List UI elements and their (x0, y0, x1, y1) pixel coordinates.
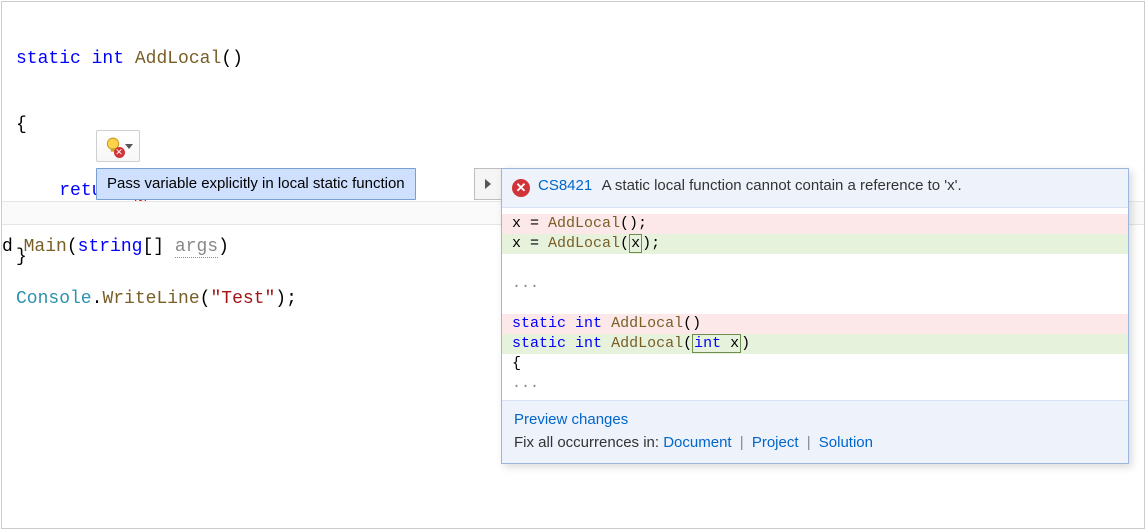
chevron-down-icon (125, 144, 133, 149)
diff-context-line (502, 254, 1128, 274)
error-message: A static local function cannot contain a… (602, 177, 962, 194)
code-line: static int AddLocal() (2, 46, 1144, 72)
lightbulb-error-icon: ✕ (104, 137, 122, 155)
diff-preview: x = AddLocal(); x = AddLocal(x); ... sta… (502, 208, 1128, 400)
editor-frame: static int AddLocal() { return x += 1; }… (1, 1, 1145, 529)
fix-all-solution-link[interactable]: Solution (819, 434, 873, 451)
quickfix-suggestion-label: Pass variable explicitly in local static… (107, 175, 405, 192)
diff-removed-line: static int AddLocal() (502, 314, 1128, 334)
diff-context-line: { (502, 354, 1128, 374)
diff-ellipsis: ... (502, 274, 1128, 294)
diff-context-line (502, 294, 1128, 314)
fix-all-label: Fix all occurrences in: (514, 434, 663, 451)
error-code-link[interactable]: CS8421 (538, 177, 592, 194)
error-header: ✕ CS8421 A static local function cannot … (502, 169, 1128, 208)
diff-added-line: x = AddLocal(x); (502, 234, 1128, 254)
quickfix-suggestion-item[interactable]: Pass variable explicitly in local static… (96, 168, 416, 200)
diff-added-line: static int AddLocal(int x) (502, 334, 1128, 354)
fix-all-document-link[interactable]: Document (663, 434, 731, 451)
diff-ellipsis: ... (502, 374, 1128, 394)
fix-all-project-link[interactable]: Project (752, 434, 799, 451)
code-line: { (2, 112, 1144, 138)
quickfix-expand-button[interactable] (474, 168, 502, 200)
quick-actions-button[interactable]: ✕ (96, 130, 140, 162)
preview-changes-link[interactable]: Preview changes (514, 411, 628, 428)
diff-removed-line: x = AddLocal(); (502, 214, 1128, 234)
quickfix-preview-panel: ✕ CS8421 A static local function cannot … (501, 168, 1129, 464)
error-icon: ✕ (512, 179, 530, 197)
chevron-right-icon (485, 179, 491, 189)
preview-footer: Preview changes Fix all occurrences in: … (502, 400, 1128, 463)
